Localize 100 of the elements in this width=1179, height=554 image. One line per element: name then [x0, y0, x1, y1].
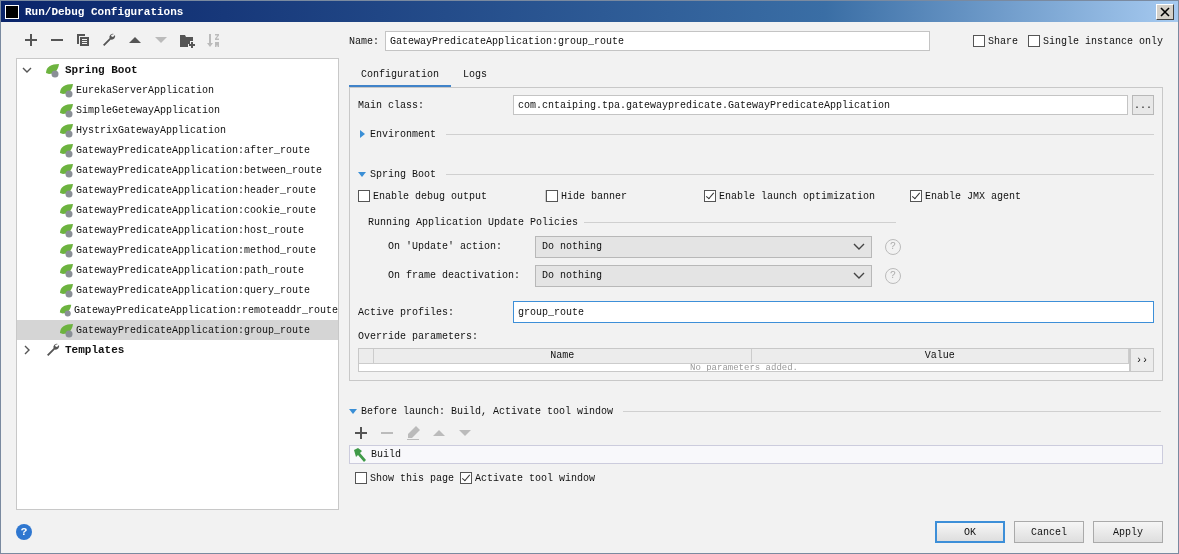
tree-item[interactable]: GatewayPredicateApplication:host_route [17, 220, 338, 240]
task-label: Build [371, 449, 401, 460]
tree-item-label: GatewayPredicateApplication:group_route [76, 324, 311, 336]
dialog-button[interactable]: Apply [1093, 521, 1163, 543]
checkbox[interactable] [355, 472, 367, 484]
checkbox-label: Enable debug output [373, 190, 488, 202]
tree-item-label: HystrixGatewayApplication [76, 124, 227, 136]
spring-leaf-icon [59, 282, 75, 298]
checkbox-label: Show this page [370, 472, 454, 484]
spring-leaf-icon [59, 162, 75, 178]
checkbox-label: Enable launch optimization [719, 190, 876, 202]
tree-item[interactable]: GatewayPredicateApplication:group_route [17, 320, 338, 340]
tab[interactable]: Configuration [349, 63, 451, 87]
tab[interactable]: Logs [451, 63, 500, 87]
expand-triangle-icon[interactable] [358, 130, 366, 138]
tree-item-label: GatewayPredicateApplication:header_route [76, 184, 317, 196]
checkbox-label: Activate tool window [475, 472, 596, 484]
tree-item[interactable]: GatewayPredicateApplication:query_route [17, 280, 338, 300]
section-header[interactable]: Before launch: Build, Activate tool window [361, 405, 614, 417]
main-class-field[interactable]: com.cntaiping.tpa.gatewaypredicate.GatewayPredicateApplication [513, 95, 1128, 115]
tree-item-label: GatewayPredicateApplication:cookie_route [76, 204, 317, 216]
section-header[interactable]: Environment [370, 128, 436, 140]
group-title: Running Application Update Policies [368, 216, 579, 228]
tree-item-label: SimpleGetewayApplication [76, 104, 221, 116]
expand-button[interactable]: ›› [1130, 348, 1154, 372]
checkbox[interactable] [358, 190, 370, 202]
expand-triangle-icon[interactable] [349, 407, 357, 415]
tree-item-label: GatewayPredicateApplication:query_route [76, 284, 311, 296]
tree-item-label: GatewayPredicateApplication:host_route [76, 224, 305, 236]
add-icon[interactable] [353, 425, 369, 441]
main-class-label: Main class: [358, 99, 425, 111]
section-header[interactable]: Spring Boot [370, 168, 436, 180]
empty-table-text: No parameters added. [690, 363, 798, 371]
spring-leaf-icon [59, 322, 75, 338]
tree-item[interactable]: EurekaServerApplication [17, 80, 338, 100]
spring-leaf-icon [59, 82, 75, 98]
checkbox-label: Hide banner [561, 190, 627, 202]
close-icon[interactable] [1156, 3, 1174, 20]
spring-leaf-icon [59, 202, 75, 218]
task-row[interactable]: Build [349, 445, 1163, 464]
spring-leaf-icon [45, 62, 61, 78]
wrench-icon [45, 342, 61, 358]
column-header: Name [374, 349, 752, 363]
checkbox[interactable] [460, 472, 472, 484]
dropdown[interactable]: Do nothing [535, 264, 872, 287]
policy-label: On frame deactivation: [388, 270, 522, 281]
tree-group-label[interactable]: Spring Boot [65, 64, 138, 76]
policy-label: On 'Update' action: [388, 241, 504, 252]
checkbox[interactable] [1027, 35, 1040, 47]
spring-leaf-icon [59, 122, 75, 138]
chevron-icon[interactable] [22, 345, 32, 355]
tree-item-label: GatewayPredicateApplication:remoteaddr_route [73, 304, 338, 316]
tree-item-label: GatewayPredicateApplication:method_route [76, 244, 317, 256]
chevron-icon[interactable] [22, 65, 32, 75]
caret-icon [853, 271, 865, 280]
expand-triangle-icon[interactable] [358, 170, 366, 178]
checkbox[interactable] [910, 190, 922, 202]
dropdown[interactable]: Do nothing [535, 235, 872, 258]
tree-item[interactable]: GatewayPredicateApplication:header_route [17, 180, 338, 200]
tree-item[interactable]: GatewayPredicateApplication:after_route [17, 140, 338, 160]
spring-leaf-icon [59, 242, 75, 258]
override-parameters-label: Override parameters: [358, 330, 479, 342]
tree-group-label[interactable]: Templates [65, 344, 125, 356]
tree-item[interactable]: GatewayPredicateApplication:between_route [17, 160, 338, 180]
active-profiles-field[interactable]: group_route [513, 301, 1154, 323]
tree-item-label: GatewayPredicateApplication:path_route [76, 264, 305, 276]
tree-item-label: GatewayPredicateApplication:between_route [76, 164, 323, 176]
help-button[interactable]: ? [16, 523, 32, 540]
copy-icon[interactable] [75, 32, 91, 48]
name-field[interactable]: GatewayPredicateApplication:group_route [385, 31, 930, 51]
checkbox[interactable] [546, 190, 558, 202]
dialog-button[interactable]: OK [935, 521, 1005, 543]
name-label: Name: [349, 35, 379, 47]
window-title: Run/Debug Configurations [25, 5, 185, 18]
add-icon[interactable] [23, 32, 39, 48]
column-header: Value [751, 349, 1129, 363]
checkbox-label: Share [987, 35, 1018, 47]
checkbox[interactable] [704, 190, 716, 202]
checkbox-label: Single instance only [1042, 35, 1163, 47]
spring-leaf-icon [59, 142, 75, 158]
tree-item[interactable]: GatewayPredicateApplication:remoteaddr_route [17, 300, 338, 320]
tree-item-label: GatewayPredicateApplication:after_route [76, 144, 311, 156]
spring-leaf-icon [59, 262, 75, 278]
checkbox[interactable] [972, 35, 985, 47]
tree-item[interactable]: GatewayPredicateApplication:cookie_route [17, 200, 338, 220]
caret-icon [853, 242, 865, 251]
tree-item[interactable]: HystrixGatewayApplication [17, 120, 338, 140]
app-icon [5, 4, 19, 19]
folder-icon[interactable] [179, 32, 195, 48]
spring-leaf-icon [59, 222, 75, 238]
tree-item[interactable]: GatewayPredicateApplication:method_route [17, 240, 338, 260]
checkbox-label: Enable JMX agent [925, 190, 1021, 202]
dialog-button[interactable]: Cancel [1014, 521, 1084, 543]
spring-leaf-icon [59, 102, 75, 118]
tree-item-label: EurekaServerApplication [76, 84, 215, 96]
browse-button[interactable]: ... [1132, 95, 1154, 115]
tree-item[interactable]: GatewayPredicateApplication:path_route [17, 260, 338, 280]
spring-leaf-icon [59, 182, 75, 198]
wrench-icon[interactable] [101, 32, 117, 48]
tree-item[interactable]: SimpleGetewayApplication [17, 100, 338, 120]
